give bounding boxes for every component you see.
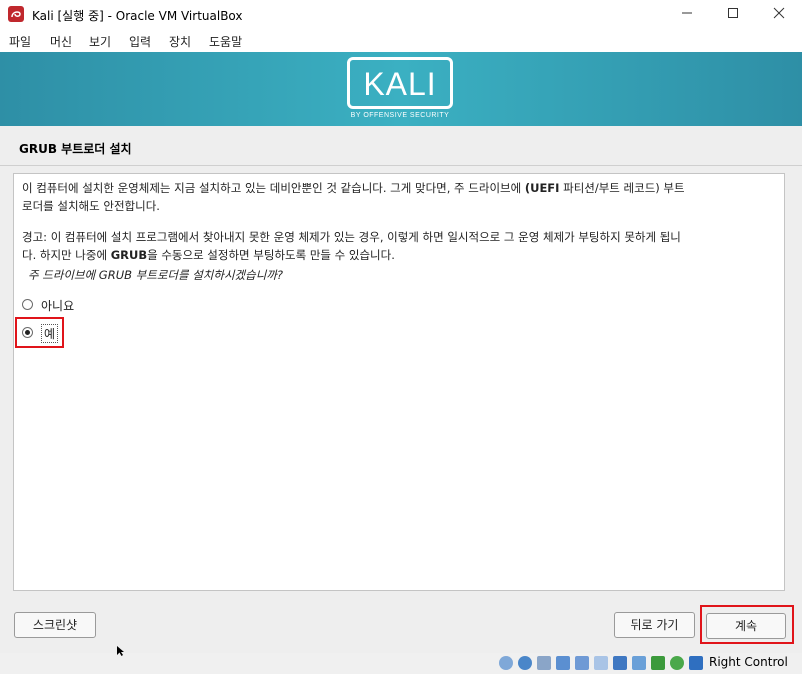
menu-help[interactable]: 도움말 xyxy=(209,33,242,50)
menu-bar: 파일 머신 보기 입력 장치 도움말 xyxy=(0,30,802,52)
close-icon xyxy=(773,7,785,19)
page-title: GRUB 부트로더 설치 xyxy=(19,142,132,156)
kali-logo-subtitle: BY OFFENSIVE SECURITY xyxy=(350,112,450,119)
audio-icon[interactable] xyxy=(537,656,551,670)
menu-machine[interactable]: 머신 xyxy=(50,33,72,50)
vm-display[interactable]: KALI BY OFFENSIVE SECURITY GRUB 부트로더 설치 … xyxy=(0,52,802,653)
menu-devices[interactable]: 장치 xyxy=(169,33,191,50)
shared-folder-icon[interactable] xyxy=(594,656,608,670)
radio-no[interactable] xyxy=(22,299,33,310)
question-label: 주 드라이브에 GRUB 부트로더를 설치하시겠습니까? xyxy=(28,268,283,282)
window-title: Kali [실행 중] - Oracle VM VirtualBox xyxy=(32,9,243,23)
warning-paragraph: 경고: 이 컴퓨터에 설치 프로그램에서 찾아내지 못한 운영 체제가 있는 경… xyxy=(22,230,681,262)
optical-drive-icon[interactable] xyxy=(518,656,532,670)
hard-disk-icon[interactable] xyxy=(499,656,513,670)
network-icon[interactable] xyxy=(556,656,570,670)
screenshot-button[interactable]: 스크린샷 xyxy=(14,612,96,638)
highlight-selected-option xyxy=(15,317,64,348)
minimize-icon xyxy=(682,12,692,14)
maximize-icon xyxy=(728,8,738,18)
display-icon[interactable] xyxy=(613,656,627,670)
host-key-label: Right Control xyxy=(709,655,788,669)
mouse-cursor-icon xyxy=(117,646,124,656)
title-bar: Kali [실행 중] - Oracle VM VirtualBox xyxy=(0,0,802,30)
back-button[interactable]: 뒤로 가기 xyxy=(614,612,695,638)
status-bar: Right Control xyxy=(0,653,802,674)
recording-icon[interactable] xyxy=(632,656,646,670)
cpu-icon[interactable] xyxy=(651,656,665,670)
virtualbox-app-icon xyxy=(8,6,24,22)
menu-input[interactable]: 입력 xyxy=(129,33,151,50)
maximize-button[interactable] xyxy=(710,0,756,30)
menu-view[interactable]: 보기 xyxy=(89,33,111,50)
mouse-integration-icon[interactable] xyxy=(689,656,703,670)
content-panel: 이 컴퓨터에 설치한 운영체제는 지금 설치하고 있는 데비안뿐인 것 같습니다… xyxy=(13,173,785,591)
divider xyxy=(0,165,802,166)
kali-logo: KALI xyxy=(347,57,453,109)
menu-file[interactable]: 파일 xyxy=(9,33,31,50)
close-button[interactable] xyxy=(756,0,802,30)
description-paragraph: 이 컴퓨터에 설치한 운영체제는 지금 설치하고 있는 데비안뿐인 것 같습니다… xyxy=(22,181,685,213)
kali-banner: KALI BY OFFENSIVE SECURITY xyxy=(0,52,802,126)
minimize-button[interactable] xyxy=(664,0,710,30)
usb-icon[interactable] xyxy=(575,656,589,670)
highlight-continue-button xyxy=(700,605,794,644)
vt-x-icon[interactable] xyxy=(670,656,684,670)
